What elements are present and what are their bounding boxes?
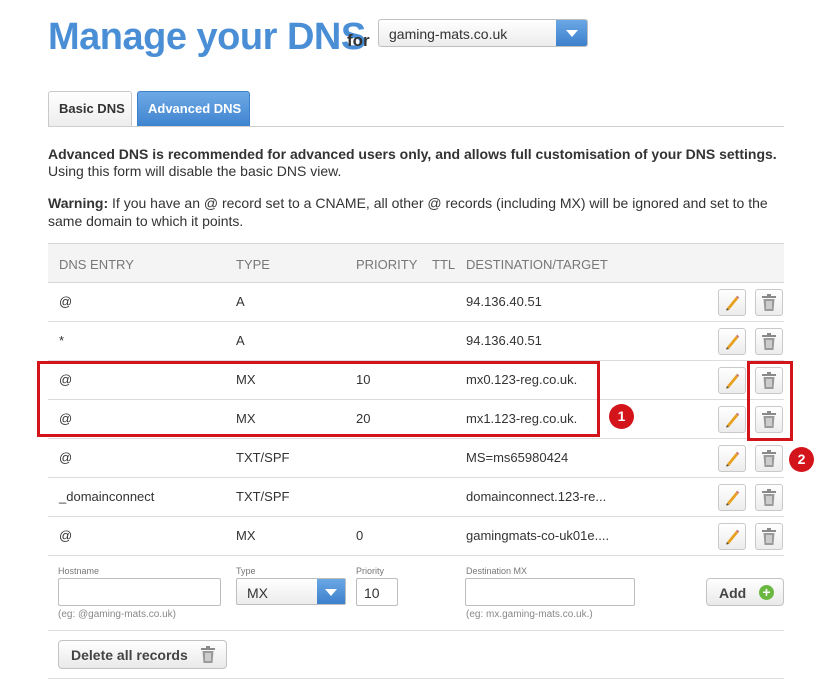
cell-destination: 94.136.40.51 (466, 333, 542, 348)
form-divider (48, 630, 784, 631)
for-label: for (347, 31, 370, 50)
chevron-down-icon[interactable] (317, 579, 345, 604)
cell-dns-entry: @ (59, 528, 73, 543)
chevron-down-icon[interactable] (556, 20, 587, 46)
cell-destination: gamingmats-co-uk01e.... (466, 528, 610, 543)
cell-type: TXT/SPF (236, 450, 290, 465)
trash-icon (201, 646, 215, 663)
highlight-mx-records (37, 361, 600, 437)
table-row: @ TXT/SPF MS=ms65980424 (48, 439, 784, 478)
edit-button[interactable] (718, 367, 746, 394)
destination-input[interactable] (465, 578, 635, 606)
priority-label: Priority (356, 566, 385, 576)
page-title: Manage your DNS (48, 16, 366, 58)
cell-type: A (236, 333, 245, 348)
domain-select-value: gaming-mats.co.uk (389, 26, 508, 42)
priority-input[interactable]: 10 (356, 578, 398, 606)
header-ttl: TTL (432, 257, 456, 272)
warning-label: Warning: (48, 195, 109, 211)
edit-button[interactable] (718, 484, 746, 511)
cell-destination: 94.136.40.51 (466, 294, 542, 309)
hostname-input[interactable] (58, 578, 221, 606)
cell-dns-entry: * (59, 333, 65, 348)
destination-label: Destination MX (466, 566, 528, 576)
delete-all-button[interactable]: Delete all records (58, 640, 227, 669)
destination-hint: (eg: mx.gaming-mats.co.uk.) (466, 609, 593, 620)
table-row: * A 94.136.40.51 (48, 322, 784, 361)
delete-button[interactable] (755, 289, 783, 316)
table-header: DNS ENTRY TYPE PRIORITY TTL DESTINATION/… (48, 243, 784, 283)
header-type: TYPE (236, 257, 270, 272)
cell-type: A (236, 294, 245, 309)
table-row: @ MX 0 gamingmats-co-uk01e.... (48, 517, 784, 556)
type-select-value: MX (247, 585, 268, 601)
warning-body: If you have an @ record set to a CNAME, … (48, 195, 768, 229)
tabs-divider (48, 126, 784, 127)
delete-button[interactable] (755, 445, 783, 472)
type-label: Type (236, 566, 256, 576)
plus-icon: + (759, 585, 774, 600)
priority-input-value: 10 (364, 585, 380, 601)
hostname-hint: (eg: @gaming-mats.co.uk) (58, 609, 176, 620)
tab-advanced-dns[interactable]: Advanced DNS (137, 91, 250, 126)
add-button[interactable]: Add + (706, 578, 784, 606)
header-dns-entry: DNS ENTRY (59, 257, 134, 272)
table-row: @ A 94.136.40.51 (48, 283, 784, 322)
annotation-badge-2: 2 (789, 447, 814, 472)
add-button-label: Add (719, 585, 747, 601)
edit-button[interactable] (718, 289, 746, 316)
warning-text: Warning: If you have an @ record set to … (48, 194, 784, 230)
header-priority: PRIORITY (356, 257, 418, 272)
cell-destination: MS=ms65980424 (466, 450, 569, 465)
cell-destination: domainconnect.123-re... (466, 489, 607, 504)
cell-dns-entry: @ (59, 294, 73, 309)
delete-button[interactable] (755, 328, 783, 355)
cell-priority: 0 (356, 528, 364, 543)
edit-button[interactable] (718, 406, 746, 433)
annotation-badge-1: 1 (609, 404, 634, 429)
bottom-divider (48, 678, 784, 679)
edit-button[interactable] (718, 445, 746, 472)
edit-button[interactable] (718, 328, 746, 355)
intro-text: Using this form will disable the basic D… (48, 163, 342, 179)
intro-text-bold: Advanced DNS is recommended for advanced… (48, 146, 777, 162)
cell-dns-entry: _domainconnect (59, 489, 155, 504)
table-row: _domainconnect TXT/SPF domainconnect.123-r… (48, 478, 784, 517)
cell-type: TXT/SPF (236, 489, 290, 504)
highlight-delete-buttons (747, 361, 793, 441)
delete-button[interactable] (755, 523, 783, 550)
hostname-label: Hostname (58, 566, 100, 576)
tab-basic-dns[interactable]: Basic DNS (48, 91, 132, 126)
cell-dns-entry: @ (59, 450, 73, 465)
type-select[interactable]: MX (236, 578, 346, 605)
header-destination: DESTINATION/TARGET (466, 257, 608, 272)
domain-select[interactable]: gaming-mats.co.uk (378, 19, 588, 47)
delete-all-label: Delete all records (71, 647, 188, 663)
edit-button[interactable] (718, 523, 746, 550)
cell-type: MX (236, 528, 256, 543)
delete-button[interactable] (755, 484, 783, 511)
